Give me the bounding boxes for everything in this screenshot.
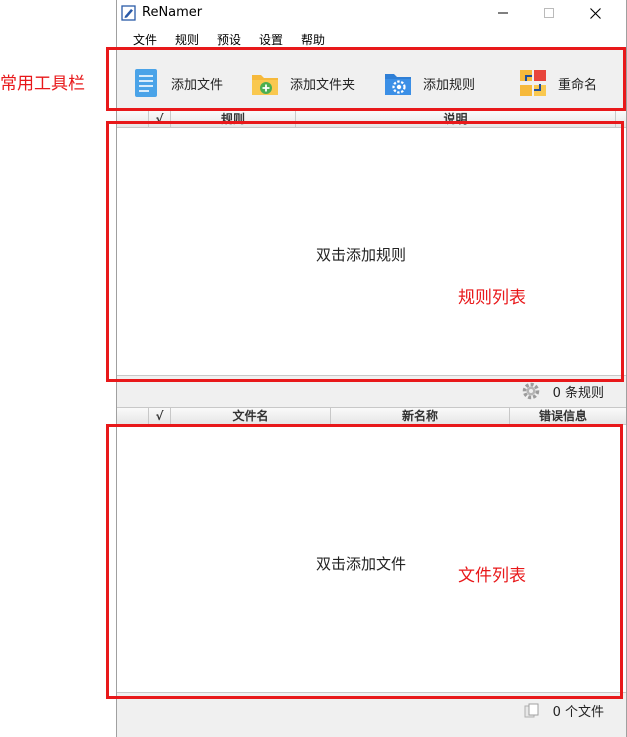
menu-file[interactable]: 文件 bbox=[133, 31, 157, 48]
toolbar-annotation-box bbox=[106, 47, 626, 111]
maximize-icon bbox=[544, 8, 554, 18]
files-col-check[interactable]: √ bbox=[149, 408, 171, 425]
window-title: ReNamer bbox=[142, 5, 203, 20]
files-annotation-label: 文件列表 bbox=[458, 566, 526, 586]
menu-presets[interactable]: 预设 bbox=[217, 31, 241, 48]
files-status: 0 个文件 bbox=[523, 701, 604, 720]
toolbar-annotation-label: 常用工具栏 bbox=[0, 74, 85, 94]
close-button[interactable] bbox=[572, 0, 618, 26]
files-col-blank bbox=[117, 408, 149, 425]
files-col-filename[interactable]: 文件名 bbox=[171, 408, 331, 425]
gear-icon bbox=[522, 382, 539, 400]
menu-settings[interactable]: 设置 bbox=[259, 31, 283, 48]
minimize-button[interactable] bbox=[480, 0, 526, 26]
maximize-button[interactable] bbox=[526, 0, 572, 26]
rules-annotation-box bbox=[106, 121, 624, 382]
rules-annotation-label: 规则列表 bbox=[458, 288, 526, 308]
title-bar: ReNamer bbox=[117, 0, 626, 26]
files-table-header: √ 文件名 新名称 错误信息 bbox=[117, 407, 626, 425]
files-count: 0 个文件 bbox=[552, 705, 604, 720]
menu-rules[interactable]: 规则 bbox=[175, 31, 199, 48]
minimize-icon bbox=[498, 12, 508, 14]
files-col-newname[interactable]: 新名称 bbox=[331, 408, 510, 425]
files-annotation-box bbox=[106, 424, 623, 699]
rules-status: 0 条规则 bbox=[521, 381, 604, 401]
rules-count: 0 条规则 bbox=[552, 385, 604, 401]
app-icon bbox=[121, 5, 136, 21]
close-icon bbox=[589, 7, 601, 19]
files-icon bbox=[524, 703, 539, 717]
menu-help[interactable]: 帮助 bbox=[301, 31, 325, 48]
files-col-error[interactable]: 错误信息 bbox=[510, 408, 616, 425]
